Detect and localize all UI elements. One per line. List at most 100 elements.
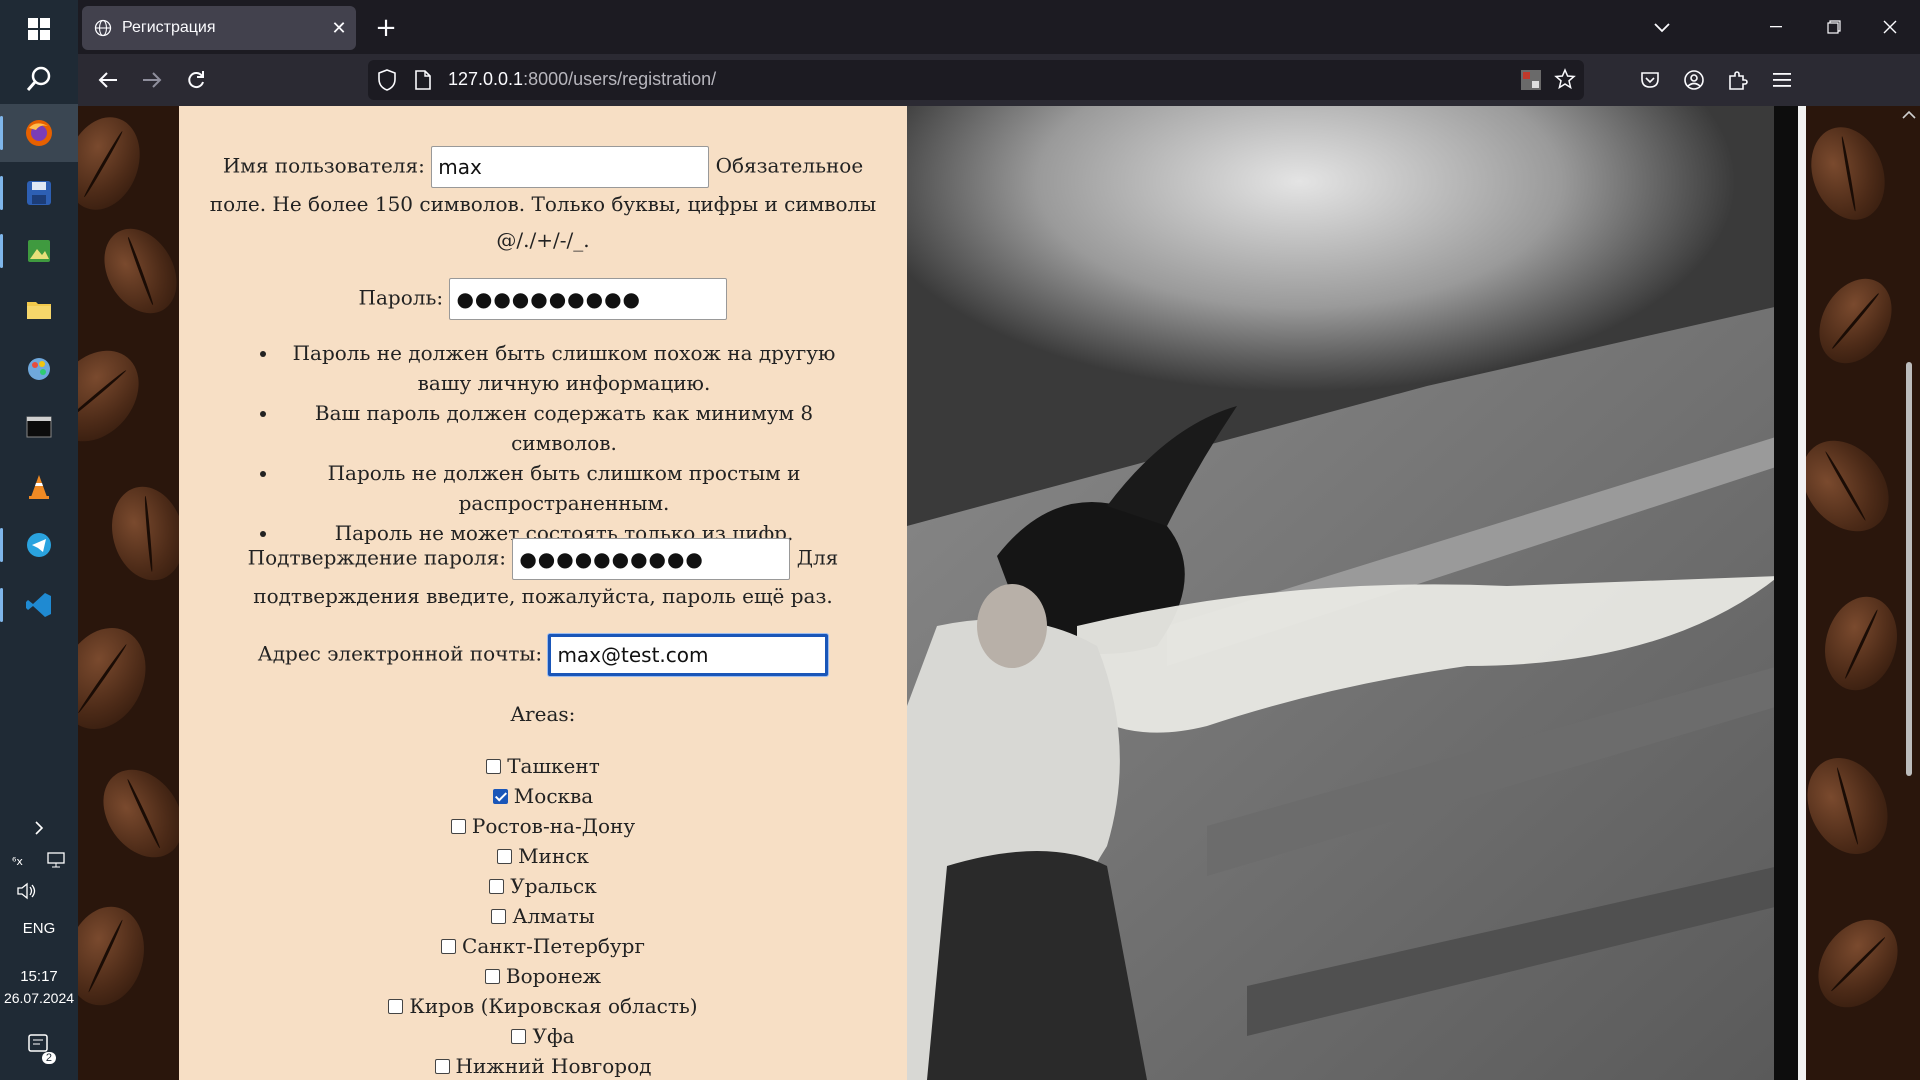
area-checkbox[interactable] (434, 1059, 450, 1074)
area-option[interactable]: Ростов-на-Дону (179, 814, 907, 838)
scroll-up-arrow-icon[interactable] (1902, 110, 1916, 120)
clock-date[interactable]: 26.07.2024 (0, 990, 78, 1006)
monitor-icon[interactable] (46, 852, 66, 872)
floppy-disk-icon (27, 181, 51, 205)
terminal-icon (26, 416, 52, 438)
area-label: Уральск (510, 874, 597, 898)
browser-nav-bar: 127.0.0.1:8000/users/registration/ (78, 54, 1920, 106)
volume-icon[interactable] (0, 882, 78, 904)
shield-icon[interactable] (376, 68, 398, 96)
taskbar-vscode[interactable] (0, 576, 78, 634)
taskbar-paint[interactable] (0, 340, 78, 398)
page-scrollbar[interactable] (1898, 106, 1920, 1080)
restore-icon (1827, 20, 1841, 34)
minimize-button[interactable] (1756, 10, 1796, 44)
forward-button[interactable] (134, 62, 170, 98)
area-option[interactable]: Алматы (179, 904, 907, 928)
area-option[interactable]: Уфа (179, 1024, 907, 1048)
language-indicator[interactable]: ENG (0, 920, 78, 937)
username-row: Имя пользователя: max Обязательное (179, 146, 907, 188)
areas-label: Areas: (510, 702, 576, 726)
password-hint: Пароль не должен быть слишком похож на д… (279, 338, 849, 398)
tab-close-icon[interactable]: ✕ (322, 18, 356, 39)
folder-icon (27, 302, 51, 319)
photo-woman-on-stairs (907, 106, 1779, 1080)
taskbar-firefox[interactable] (0, 104, 78, 162)
bookmark-star-icon[interactable] (1554, 68, 1576, 94)
scrollbar-thumb[interactable] (1906, 362, 1912, 776)
reload-icon (188, 71, 204, 89)
arrow-left-icon (98, 72, 117, 88)
page-info-icon[interactable] (414, 69, 432, 95)
pocket-icon (1641, 72, 1659, 88)
area-checkbox[interactable] (497, 849, 513, 864)
password-hint: Пароль не должен быть слишком простым и … (279, 458, 849, 518)
chevron-down-icon (1654, 23, 1670, 33)
area-checkbox[interactable] (441, 939, 457, 954)
taskbar-save-app[interactable] (0, 164, 78, 222)
area-option[interactable]: Нижний Новгород (179, 1054, 907, 1078)
reload-button[interactable] (178, 62, 214, 98)
area-option[interactable]: Москва (179, 784, 907, 808)
email-input[interactable]: max@test.com (548, 634, 829, 676)
taskbar-telegram[interactable] (0, 516, 78, 574)
url-bar[interactable]: 127.0.0.1:8000/users/registration/ (368, 60, 1584, 100)
notification-center[interactable]: 2 (0, 1032, 78, 1064)
area-option[interactable]: Воронеж (179, 964, 907, 988)
extensions-button[interactable] (1720, 62, 1756, 98)
confirm-password-label: Подтверждение пароля: (247, 545, 506, 570)
pocket-button[interactable] (1632, 62, 1668, 98)
svg-text:⁶x: ⁶x (12, 855, 23, 868)
email-label: Адрес электронной почты: (257, 641, 543, 666)
area-checkbox[interactable] (491, 909, 507, 924)
area-label: Нижний Новгород (455, 1054, 652, 1078)
url-path: :8000/users/registration/ (523, 69, 717, 89)
clock-time[interactable]: 15:17 (0, 968, 78, 985)
chevron-right-icon[interactable] (0, 820, 78, 840)
confirm-password-input[interactable]: ●●●●●●●●●● (512, 538, 791, 580)
url-text[interactable]: 127.0.0.1:8000/users/registration/ (448, 69, 716, 90)
search-icon (26, 66, 51, 91)
menu-button[interactable] (1764, 62, 1800, 98)
taskbar-terminal[interactable] (0, 398, 78, 456)
new-tab-button[interactable]: + (368, 10, 404, 46)
photo-border-light (1798, 106, 1806, 1080)
area-checkbox[interactable] (511, 1029, 527, 1044)
area-checkbox[interactable] (492, 789, 508, 804)
windows-taskbar: ⁶x ENG 15:17 26.07.2024 2 (0, 0, 78, 1080)
minimize-icon (1770, 26, 1782, 28)
area-checkbox[interactable] (484, 969, 500, 984)
username-input[interactable]: max (431, 146, 710, 188)
taskbar-vlc[interactable] (0, 458, 78, 516)
network-icon[interactable]: ⁶x (12, 854, 34, 872)
taskbar-image-viewer[interactable] (0, 222, 78, 280)
telegram-icon (27, 533, 51, 557)
account-button[interactable] (1676, 62, 1712, 98)
taskbar-file-explorer[interactable] (0, 280, 78, 338)
area-label: Ростов-на-Дону (471, 814, 636, 838)
search-button[interactable] (0, 50, 78, 108)
password-label: Пароль: (358, 285, 444, 310)
back-button[interactable] (90, 62, 126, 98)
password-input[interactable]: ●●●●●●●●●● (449, 278, 728, 320)
area-checkbox[interactable] (489, 879, 505, 894)
area-checkbox[interactable] (388, 999, 404, 1014)
image-viewer-icon (28, 240, 50, 262)
firefox-icon (26, 120, 52, 146)
username-help: Обязательное (715, 153, 864, 178)
list-all-tabs-button[interactable] (1644, 12, 1680, 44)
extension-badge-icon[interactable] (1520, 69, 1542, 95)
area-option[interactable]: Ташкент (179, 754, 907, 778)
area-label: Алматы (512, 904, 595, 928)
tab-registration[interactable]: Регистрация ✕ (82, 6, 356, 50)
restore-button[interactable] (1814, 10, 1854, 44)
area-checkbox[interactable] (486, 759, 502, 774)
area-option[interactable]: Минск (179, 844, 907, 868)
area-option[interactable]: Уральск (179, 874, 907, 898)
area-option[interactable]: Киров (Кировская область) (179, 994, 907, 1018)
photo-border-dark (1774, 106, 1798, 1080)
close-window-button[interactable] (1870, 10, 1910, 44)
area-checkbox[interactable] (450, 819, 466, 834)
area-option[interactable]: Санкт-Петербург (179, 934, 907, 958)
area-label: Киров (Кировская область) (409, 994, 698, 1018)
